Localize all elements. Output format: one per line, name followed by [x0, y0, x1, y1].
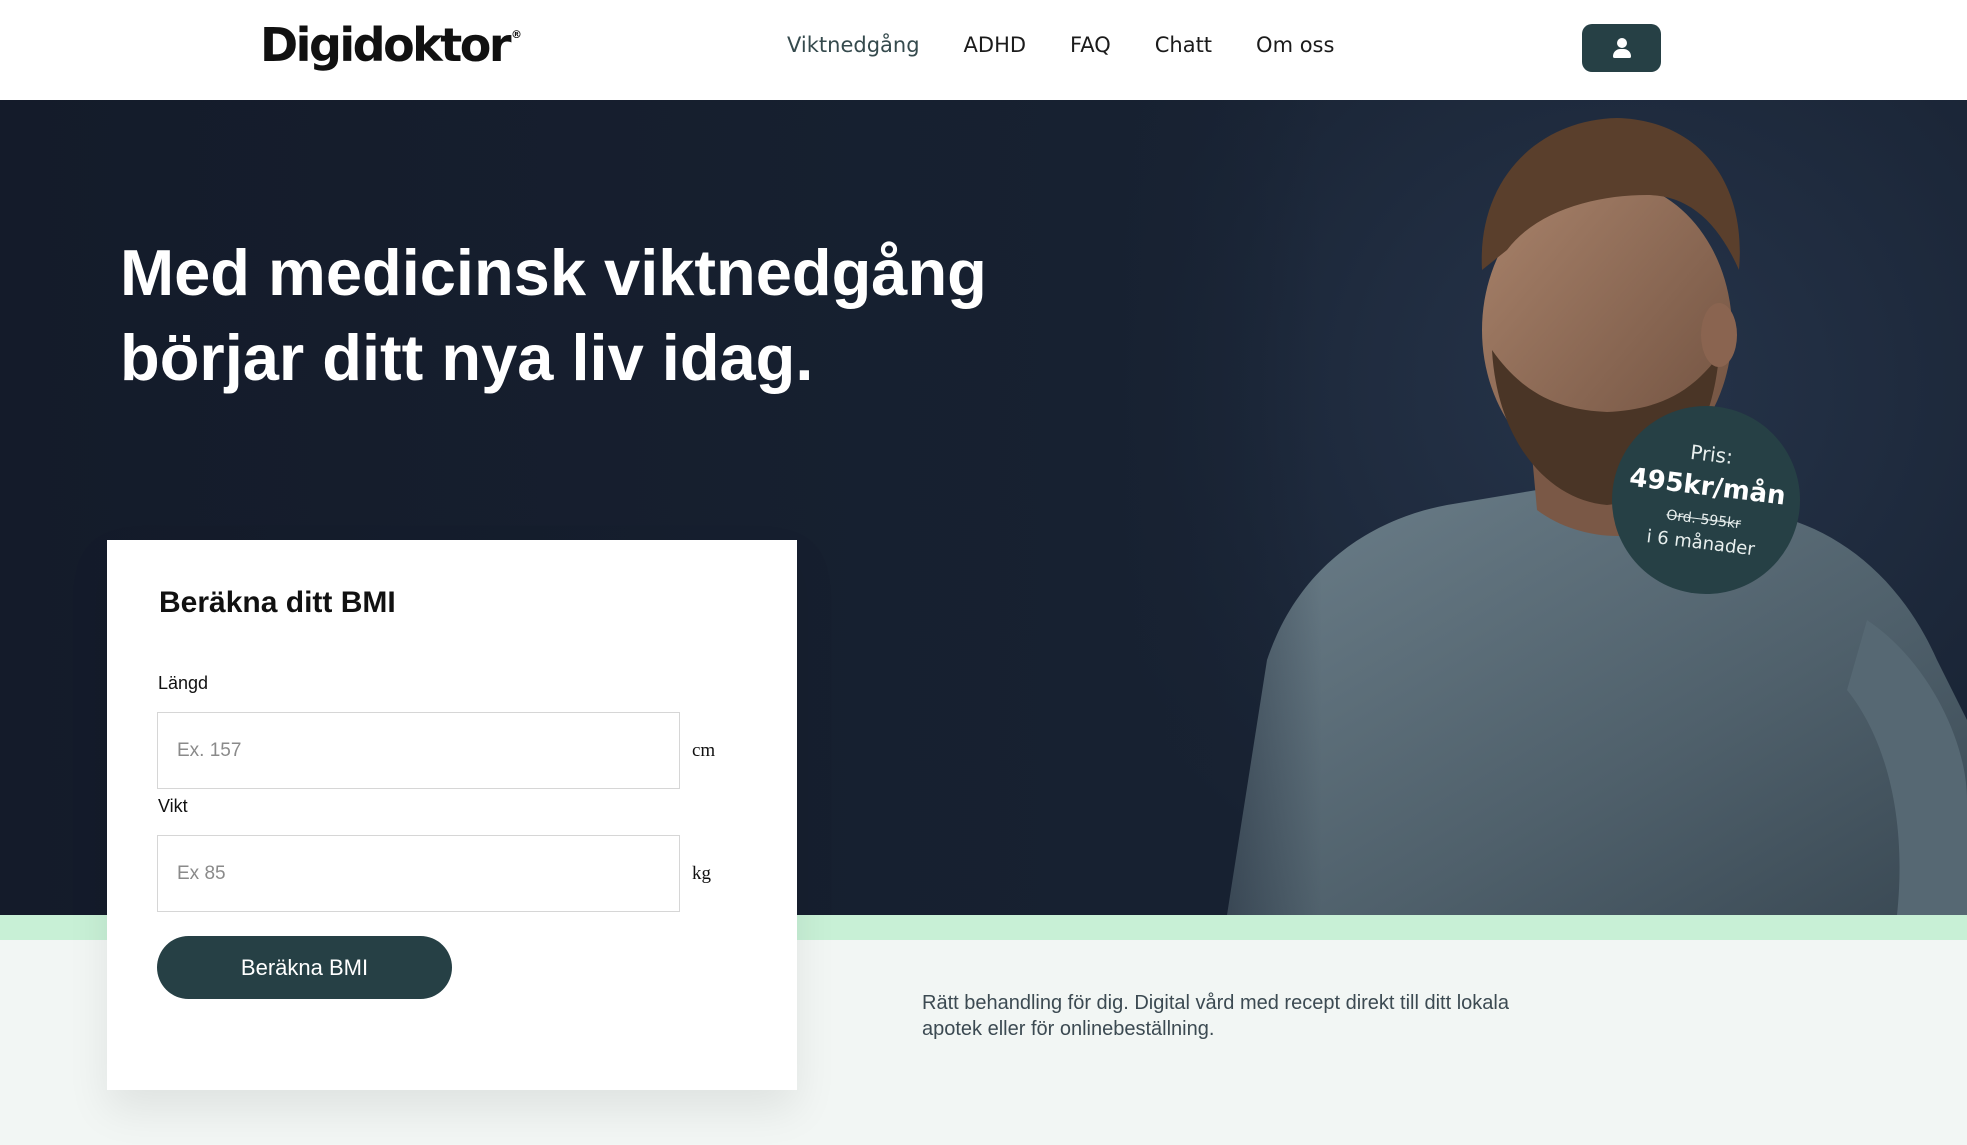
logo[interactable]: Digidoktor ®	[260, 18, 522, 72]
height-label: Längd	[158, 673, 209, 693]
weight-label: Vikt	[158, 796, 188, 816]
calculate-bmi-button[interactable]: Beräkna BMI	[157, 936, 452, 999]
nav-link-chatt[interactable]: Chatt	[1155, 33, 1212, 57]
weight-input[interactable]	[157, 835, 680, 912]
logo-text: Digidoktor	[260, 18, 512, 72]
main-nav: Viktnedgång ADHD FAQ Chatt Om oss	[787, 33, 1334, 57]
height-unit: cm	[692, 740, 716, 761]
bmi-calculator-card: Beräkna ditt BMI Längd cm Vikt kg Beräkn…	[107, 540, 797, 1090]
nav-link-viktnedgang[interactable]: Viktnedgång	[787, 33, 920, 57]
tagline: Rätt behandling för dig. Digital vård me…	[922, 992, 1509, 1040]
nav-link-om-oss[interactable]: Om oss	[1256, 33, 1334, 57]
height-input[interactable]	[157, 712, 680, 789]
user-icon	[1611, 37, 1633, 59]
site-header: Digidoktor ® Viktnedgång ADHD FAQ Chatt O…	[0, 0, 1967, 100]
nav-link-adhd[interactable]: ADHD	[964, 33, 1027, 57]
registered-mark: ®	[511, 28, 523, 41]
hero-headline: Med medicinsk viktnedgång börjar ditt ny…	[120, 236, 987, 394]
hero-photo-man	[1107, 100, 1967, 915]
nav-link-faq[interactable]: FAQ	[1070, 33, 1111, 57]
bmi-title: Beräkna ditt BMI	[159, 586, 396, 619]
account-button[interactable]	[1582, 24, 1661, 72]
weight-unit: kg	[692, 863, 711, 884]
